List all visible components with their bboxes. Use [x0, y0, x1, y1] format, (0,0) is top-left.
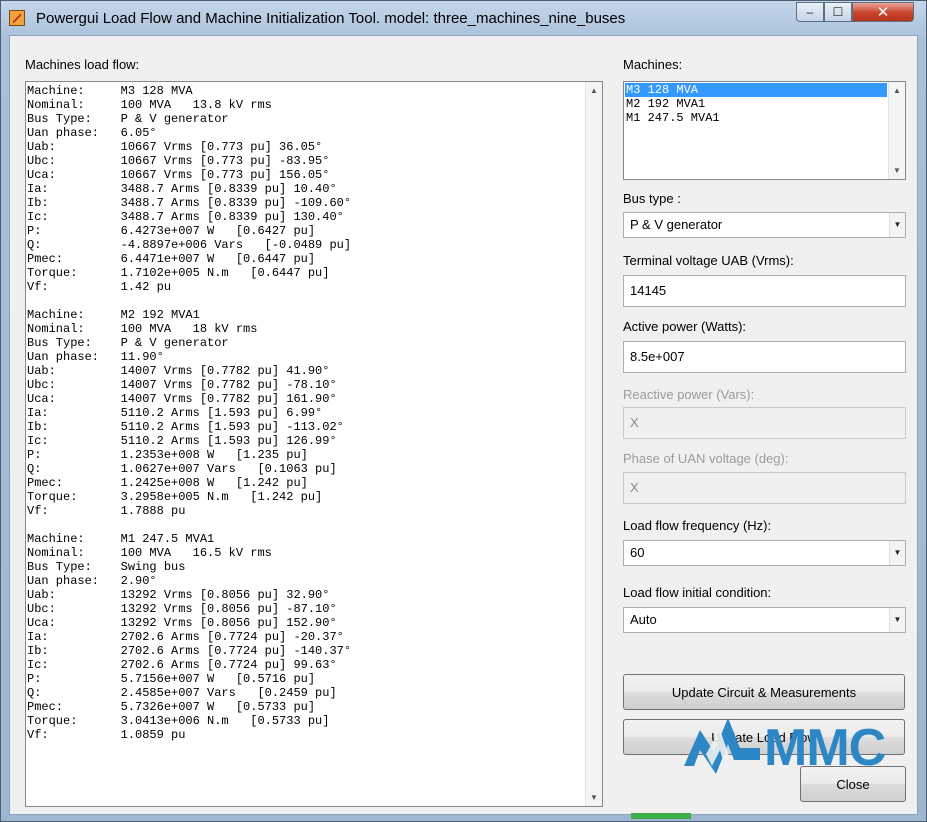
mmc-logo-text: MMC — [764, 719, 886, 777]
dialog-body: Machines load flow: Machine: M3 128 MVA … — [9, 35, 918, 815]
initial-condition-select[interactable]: Auto ▼ — [623, 607, 906, 633]
machine-list-item[interactable]: M1 247.5 MVA1 — [625, 111, 887, 125]
mmc-logo-mark-icon — [684, 718, 760, 774]
maximize-icon: ☐ — [832, 5, 844, 19]
bus-type-value: P & V generator — [630, 217, 723, 232]
scroll-down-icon[interactable]: ▼ — [586, 789, 602, 806]
chevron-down-icon[interactable]: ▼ — [889, 541, 905, 565]
machine-list-item[interactable]: M3 128 MVA — [625, 83, 887, 97]
loadflow-label: Machines load flow: — [25, 57, 140, 72]
close-icon: ✕ — [876, 4, 890, 21]
frequency-select[interactable]: 60 ▼ — [623, 540, 906, 566]
update-circuit-button[interactable]: Update Circuit & Measurements — [623, 674, 905, 710]
frequency-value: 60 — [630, 545, 645, 560]
frequency-label: Load flow frequency (Hz): — [623, 518, 772, 533]
chevron-down-icon[interactable]: ▼ — [889, 608, 905, 632]
machines-scrollbar[interactable]: ▲ ▼ — [888, 82, 905, 179]
terminal-voltage-label: Terminal voltage UAB (Vrms): — [623, 253, 794, 268]
terminal-voltage-input[interactable]: 14145 — [623, 275, 906, 307]
initial-condition-label: Load flow initial condition: — [623, 585, 772, 600]
title-bar[interactable]: Powergui Load Flow and Machine Initializ… — [1, 1, 926, 35]
scroll-up-icon[interactable]: ▲ — [889, 82, 905, 99]
app-window: Powergui Load Flow and Machine Initializ… — [0, 0, 927, 822]
chevron-down-icon[interactable]: ▼ — [889, 213, 905, 237]
active-power-label: Active power (Watts): — [623, 319, 747, 334]
uan-phase-input: X — [623, 472, 906, 504]
window-title: Powergui Load Flow and Machine Initializ… — [36, 10, 626, 27]
matlab-app-icon — [9, 10, 25, 26]
machines-listbox[interactable]: M3 128 MVA M2 192 MVA1 M1 247.5 MVA1 ▲ ▼ — [623, 81, 906, 180]
reactive-power-input: X — [623, 407, 906, 439]
window-close-button[interactable]: ✕ — [852, 2, 914, 22]
scroll-up-icon[interactable]: ▲ — [586, 82, 602, 99]
machines-label: Machines: — [623, 57, 683, 72]
loadflow-textarea[interactable]: Machine: M3 128 MVA Nominal: 100 MVA 13.… — [25, 81, 603, 807]
taskbar-indicator — [631, 813, 691, 819]
bus-type-select[interactable]: P & V generator ▼ — [623, 212, 906, 238]
loadflow-scrollbar[interactable]: ▲ ▼ — [585, 82, 602, 806]
machine-list-item[interactable]: M2 192 MVA1 — [625, 97, 887, 111]
scroll-down-icon[interactable]: ▼ — [889, 162, 905, 179]
uan-phase-label: Phase of UAN voltage (deg): — [623, 451, 789, 466]
minimize-button[interactable]: ‒ — [796, 2, 824, 22]
initial-condition-value: Auto — [630, 612, 657, 627]
minimize-icon: ‒ — [806, 5, 814, 19]
active-power-input[interactable]: 8.5e+007 — [623, 341, 906, 373]
reactive-power-label: Reactive power (Vars): — [623, 387, 755, 402]
loadflow-text: Machine: M3 128 MVA Nominal: 100 MVA 13.… — [27, 84, 352, 742]
bus-type-label: Bus type : — [623, 191, 681, 206]
maximize-button[interactable]: ☐ — [824, 2, 852, 22]
mmc-logo: MMC — [676, 708, 916, 780]
